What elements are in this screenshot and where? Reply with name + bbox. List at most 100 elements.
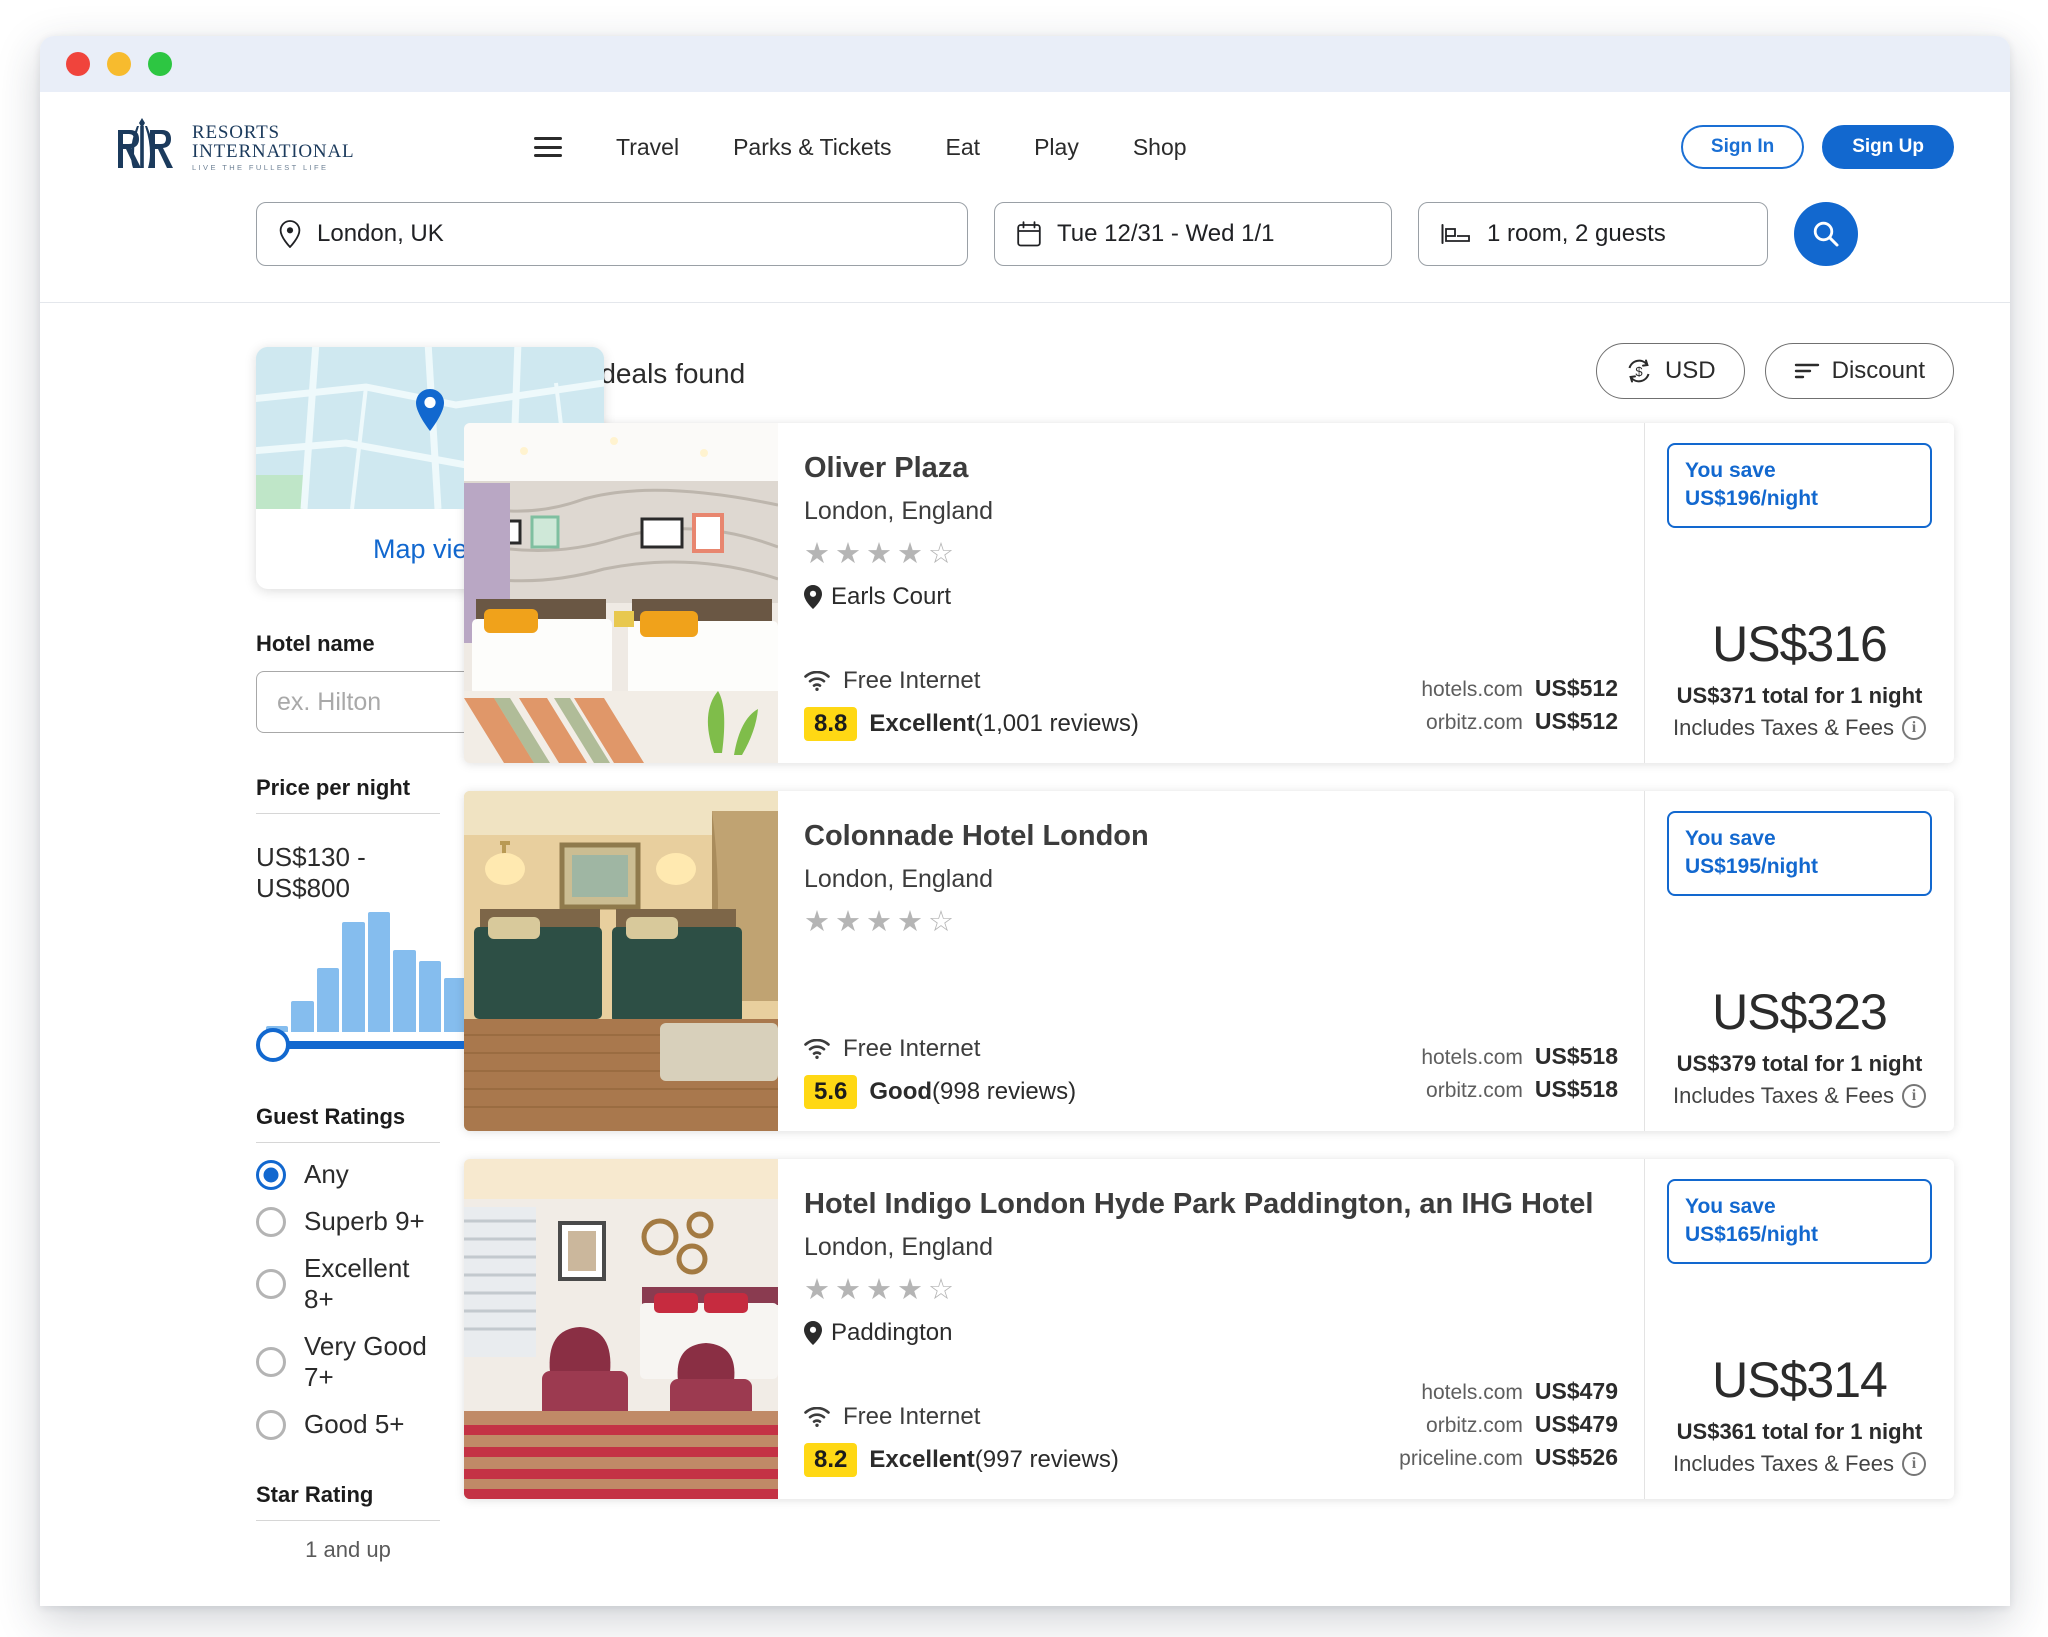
location-pin-icon (804, 584, 822, 609)
review-count: (998 reviews) (932, 1078, 1077, 1105)
hotel-amenity-and-score: Free Internet 5.6 Good(998 reviews) (804, 1035, 1076, 1109)
guest-ratings-options: Any Superb 9+ Excellent 8+ Very Good 7+ Good… (256, 1159, 440, 1440)
nav-link-shop[interactable]: Shop (1133, 134, 1187, 161)
hamburger-icon[interactable] (534, 137, 562, 157)
hotel-meta-row: Free Internet 8.2 Excellent(997 reviews) ho… (804, 1378, 1634, 1477)
hotel-card[interactable]: Oliver Plaza London, England ★★★★☆ Earls Co… (464, 423, 1954, 763)
hotel-star-rating: ★★★★☆ (804, 904, 1634, 939)
hotel-city: London, England (804, 1232, 994, 1261)
review-count: (997 reviews) (974, 1446, 1119, 1473)
savings-amount: US$196/night (1685, 487, 1819, 511)
savings-badge: You save US$196/night (1667, 443, 1932, 528)
minimize-window-button[interactable] (107, 52, 131, 76)
price-filter-title: Price per night (256, 775, 440, 814)
star-icon: ☆ (928, 905, 959, 938)
guest-ratings-title: Guest Ratings (256, 1104, 440, 1143)
score-badge: 8.8 (804, 707, 858, 741)
search-button[interactable] (1794, 202, 1858, 266)
dates-input[interactable]: Tue 12/31 - Wed 1/1 (994, 202, 1392, 266)
hotel-amenity-label: Free Internet (843, 1403, 981, 1430)
star-icon: ☆ (928, 537, 959, 570)
guests-value: 1 room, 2 guests (1487, 220, 1666, 247)
radio-button[interactable] (256, 1409, 286, 1440)
site-logo[interactable]: RESORTS INTERNATIONAL LIVE THE FULLEST L… (106, 116, 406, 178)
star-icon: ★ (804, 905, 835, 938)
histogram-bar (418, 961, 442, 1032)
nav-link-parks-tickets[interactable]: Parks & Tickets (733, 134, 891, 161)
score-word: Good (869, 1078, 933, 1105)
hotel-meta-row: Free Internet 8.8 Excellent(1,001 reviews)… (804, 667, 1634, 741)
guest-rating-option-superb-9[interactable]: Superb 9+ (256, 1206, 440, 1237)
hotel-photo[interactable] (464, 791, 778, 1131)
guest-rating-option-very-good-7[interactable]: Very Good 7+ (256, 1331, 440, 1393)
guest-rating-label: Any (304, 1159, 349, 1189)
ota-price-row: orbitz.com US$479 (1399, 1411, 1618, 1438)
guest-rating-option-any[interactable]: Any (256, 1159, 440, 1190)
hotel-price: US$323 (1712, 984, 1888, 1040)
guest-rating-option-good-5[interactable]: Good 5+ (256, 1409, 440, 1440)
taxes-label: Includes Taxes & Fees (1673, 1083, 1894, 1108)
nav-link-play[interactable]: Play (1034, 134, 1079, 161)
slider-min-handle[interactable] (256, 1028, 290, 1062)
close-window-button[interactable] (66, 52, 90, 76)
star-icon: ★ (866, 537, 897, 570)
savings-amount: US$195/night (1685, 855, 1819, 879)
histogram-bar (393, 950, 416, 1032)
hotel-name-filter-title: Hotel name (256, 631, 375, 656)
info-icon[interactable]: i (1901, 1452, 1926, 1476)
maximize-window-button[interactable] (148, 52, 172, 76)
sort-discount-button[interactable]: Discount (1764, 343, 1954, 399)
guest-rating-label: Very Good 7+ (304, 1331, 427, 1392)
guest-rating-option-excellent-8[interactable]: Excellent 8+ (256, 1253, 440, 1315)
location-pin-icon (279, 220, 301, 248)
ota-price-row: orbitz.com US$518 (1421, 1076, 1618, 1103)
guests-input[interactable]: 1 room, 2 guests (1418, 202, 1768, 266)
taxes-label: Includes Taxes & Fees (1673, 1451, 1894, 1476)
hotel-name: Colonnade Hotel London (804, 820, 1149, 852)
ota-site-name: hotels.com (1421, 678, 1523, 701)
results-panel: 465 hotel deals found $ USD (440, 303, 2010, 1563)
account-actions: Sign In Sign Up (1680, 125, 1954, 169)
sign-in-button[interactable]: Sign In (1680, 125, 1805, 169)
nav-link-travel[interactable]: Travel (616, 134, 679, 161)
ota-site-name: hotels.com (1421, 1046, 1523, 1069)
radio-button[interactable] (256, 1206, 286, 1237)
ota-price-row: hotels.com US$479 (1399, 1378, 1618, 1405)
hotel-list: Oliver Plaza London, England ★★★★☆ Earls Co… (464, 423, 1954, 1499)
radio-button[interactable] (256, 1347, 286, 1377)
hotel-total-price: US$371 total for 1 night (1676, 683, 1923, 708)
nav-link-eat[interactable]: Eat (946, 134, 981, 161)
ota-site-name: orbitz.com (1426, 711, 1523, 734)
savings-badge: You save US$165/night (1667, 1179, 1932, 1264)
brand-tagline: LIVE THE FULLEST LIFE (192, 162, 329, 172)
info-icon[interactable]: i (1901, 1084, 1926, 1108)
hotel-price-panel: You save US$196/night US$316 US$371 total f… (1644, 423, 1954, 763)
star-rating-note: 1 and up (305, 1537, 391, 1562)
info-icon[interactable]: i (1901, 716, 1926, 740)
histogram-bar (342, 921, 365, 1032)
hotel-price-panel: You save US$195/night US$323 US$379 total f… (1644, 791, 1954, 1131)
hotel-neighborhood: Paddington (804, 1319, 1634, 1347)
bed-icon (1441, 224, 1470, 244)
results-header: 465 hotel deals found $ USD (464, 343, 1954, 399)
star-icon: ★ (835, 1273, 866, 1306)
ota-site-name: orbitz.com (1426, 1079, 1523, 1102)
currency-label: USD (1664, 357, 1716, 384)
wifi-icon (804, 671, 830, 691)
sign-up-button[interactable]: Sign Up (1822, 125, 1954, 169)
radio-button[interactable] (256, 1269, 286, 1299)
currency-button[interactable]: $ USD (1595, 343, 1745, 399)
radio-button[interactable] (256, 1159, 286, 1190)
ota-price-row: hotels.com US$518 (1421, 1043, 1618, 1070)
star-icon: ★ (897, 905, 928, 938)
hotel-photo[interactable] (464, 1159, 778, 1499)
destination-input[interactable]: London, UK (256, 202, 968, 266)
hotel-price-panel: You save US$165/night US$314 US$361 total f… (1644, 1159, 1954, 1499)
hotel-total-price: US$361 total for 1 night (1676, 1419, 1923, 1444)
score-badge: 8.2 (804, 1443, 858, 1477)
hotel-card[interactable]: Colonnade Hotel London London, England ★★★… (464, 791, 1954, 1131)
hotel-card[interactable]: Hotel Indigo London Hyde Park Paddington… (464, 1159, 1954, 1499)
star-icon: ★ (897, 537, 928, 570)
destination-value: London, UK (317, 220, 444, 247)
hotel-photo[interactable] (464, 423, 778, 763)
